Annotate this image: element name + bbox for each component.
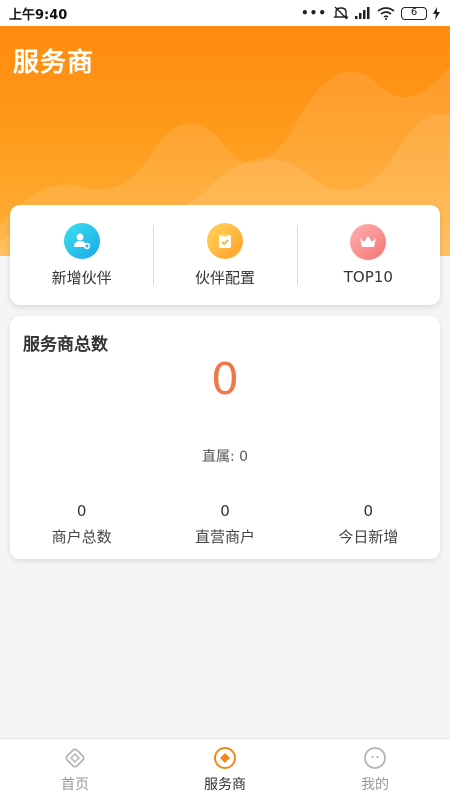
wifi-icon [377, 6, 395, 20]
more-dots-icon: ••• [300, 6, 327, 20]
today-new-value: 0 [363, 502, 374, 520]
partner-config-label: 伙伴配置 [194, 268, 255, 287]
nav-profile-label: 我的 [361, 776, 389, 793]
signal-icon [355, 7, 370, 19]
direct-merchant-label: 直营商户 [194, 528, 255, 546]
status-icons: ••• 6 [301, 6, 440, 20]
today-new-stat: 0 今日新增 [297, 502, 440, 547]
battery-icon: 6 [401, 6, 427, 20]
home-icon [65, 747, 85, 768]
nav-service-provider[interactable]: 服务商 [150, 739, 300, 800]
clipboard-icon [206, 222, 243, 259]
top10-button[interactable]: TOP10 [296, 205, 440, 305]
profile-icon [364, 746, 386, 769]
crown-icon [350, 224, 387, 260]
merchant-total-value: 0 [76, 502, 87, 520]
charging-icon [433, 6, 440, 20]
nav-service-provider-label: 服务商 [204, 776, 246, 793]
provider-stats-card: 服务商总数 0 直属: 0 0 商户总数 0 直营商户 0 今日新增 [10, 316, 440, 559]
nav-profile[interactable]: 我的 [300, 739, 450, 800]
status-bar: 上午9:40 ••• 6 [0, 0, 450, 26]
stats-title: 服务商总数 [23, 335, 108, 355]
status-time: 上午9:40 [9, 7, 68, 23]
direct-merchant-value: 0 [220, 502, 230, 520]
direct-merchant-stat: 0 直营商户 [153, 502, 296, 547]
today-new-label: 今日新增 [338, 528, 399, 546]
service-provider-icon [214, 746, 236, 769]
nav-home[interactable]: 首页 [0, 739, 150, 800]
mute-icon [333, 6, 349, 20]
add-partner-button[interactable]: 新增伙伴 [10, 205, 153, 305]
bottom-nav: 首页 服务商 我的 [0, 738, 450, 800]
stats-row: 0 商户总数 0 直营商户 0 今日新增 [10, 502, 440, 547]
provider-total-count: 0 [211, 354, 239, 405]
add-user-icon [63, 222, 100, 259]
page-title: 服务商 [13, 48, 95, 78]
quick-actions-card: 新增伙伴 伙伴配置 TOP10 [10, 205, 440, 305]
direct-count: 直属: 0 [201, 449, 249, 465]
add-partner-label: 新增伙伴 [51, 268, 112, 287]
top10-label: TOP10 [343, 268, 393, 286]
merchant-total-stat: 0 商户总数 [10, 502, 153, 547]
merchant-total-label: 商户总数 [51, 528, 112, 546]
nav-home-label: 首页 [61, 776, 89, 793]
partner-config-button[interactable]: 伙伴配置 [153, 205, 296, 305]
